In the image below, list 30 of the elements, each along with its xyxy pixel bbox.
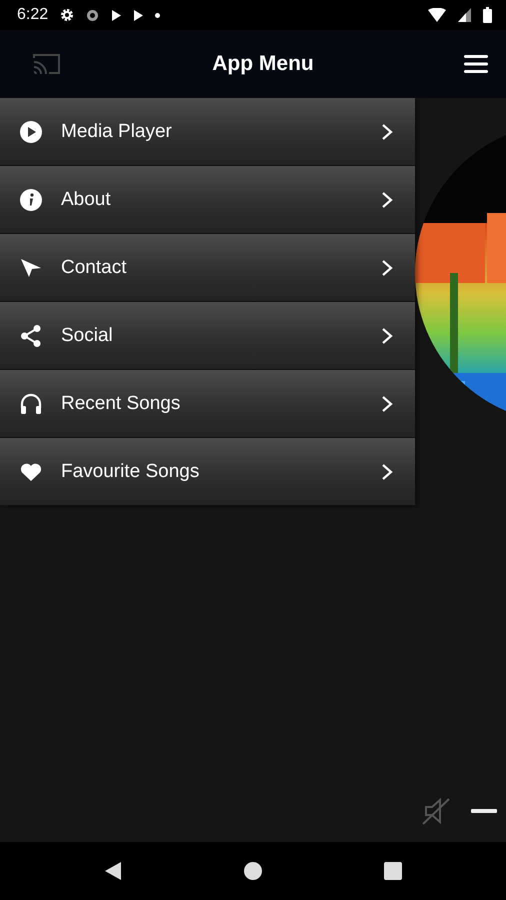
headphones-icon <box>19 392 43 416</box>
chevron-icon <box>381 394 393 412</box>
home-icon[interactable] <box>243 861 263 881</box>
play-icon <box>19 120 43 144</box>
info-icon <box>19 188 43 212</box>
chevron-icon <box>381 190 393 208</box>
menu-item[interactable]: Recent Songs <box>0 370 415 438</box>
sync-icon <box>86 8 100 22</box>
menu-item[interactable]: Contact <box>0 234 415 302</box>
play-icon <box>111 10 122 20</box>
header-title: App Menu <box>211 52 315 76</box>
recents-icon[interactable] <box>383 861 403 881</box>
chevron-icon <box>381 258 393 276</box>
play-icon <box>133 10 144 20</box>
menu-item[interactable]: Media Player <box>0 98 415 166</box>
gear-icon <box>60 8 74 22</box>
menu-icon[interactable] <box>464 54 488 74</box>
menu-item[interactable]: Social <box>0 302 415 370</box>
signal-icon <box>458 8 471 22</box>
chevron-icon <box>381 462 393 480</box>
battery-icon <box>483 7 492 23</box>
menu-item[interactable]: Favourite Songs <box>0 438 415 506</box>
chevron-icon <box>381 122 393 140</box>
back-icon[interactable] <box>103 861 123 881</box>
share-icon <box>19 324 43 348</box>
wifi-icon <box>428 8 446 22</box>
clock: 6:22 <box>17 6 48 24</box>
chevron-icon <box>381 326 393 344</box>
menu-item[interactable]: About <box>0 166 415 234</box>
dot-icon <box>155 12 160 18</box>
